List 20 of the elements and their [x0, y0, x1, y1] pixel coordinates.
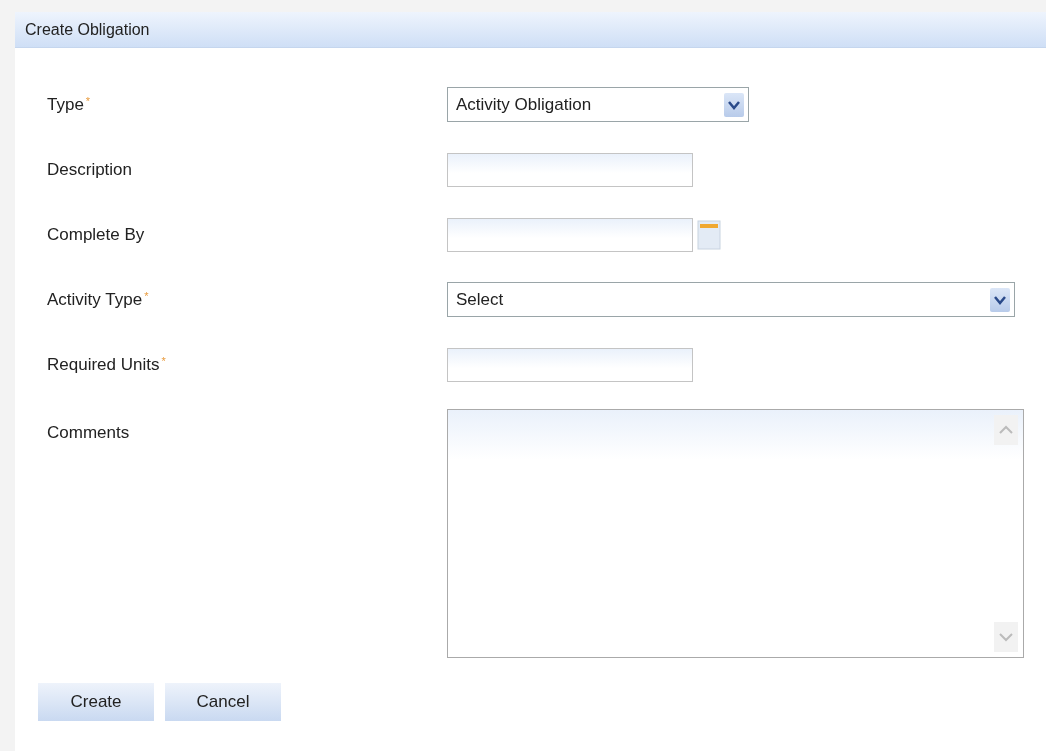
input-field[interactable]	[447, 152, 693, 187]
input-field[interactable]	[447, 347, 693, 382]
comments-textarea[interactable]	[447, 409, 1024, 658]
date-field[interactable]	[447, 217, 693, 252]
scroll-up-icon[interactable]	[993, 414, 1019, 446]
dropdown[interactable]: Activity Obligation	[447, 87, 749, 122]
scroll-down-icon[interactable]	[993, 621, 1019, 653]
field-label: Comments	[47, 422, 130, 443]
field-label: Required Units*	[47, 354, 166, 375]
calendar-icon[interactable]	[697, 219, 721, 250]
field-label: Complete By	[47, 224, 145, 245]
field-label: Activity Type*	[47, 289, 149, 310]
chevron-down-icon	[724, 92, 744, 117]
field-label: Type*	[47, 94, 91, 115]
chevron-down-icon	[990, 287, 1010, 312]
create-button[interactable]: Create	[38, 683, 154, 721]
cancel-button[interactable]: Cancel	[165, 683, 281, 721]
field-label: Description	[47, 159, 133, 180]
panel-title: Create Obligation	[15, 12, 1046, 48]
dropdown[interactable]: Select	[447, 282, 1015, 317]
